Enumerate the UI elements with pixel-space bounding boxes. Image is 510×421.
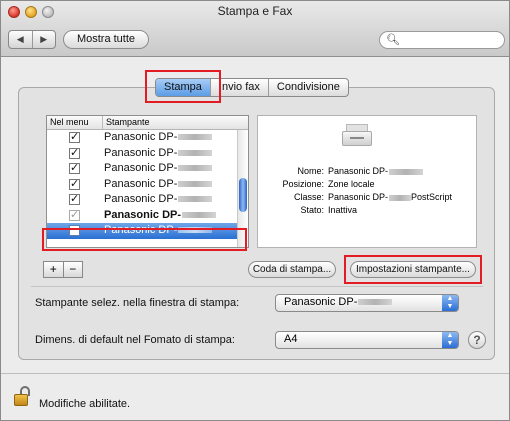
tab-condivisione[interactable]: Condivisione xyxy=(267,79,348,96)
forward-arrow-icon[interactable]: ▶ xyxy=(31,31,56,48)
printer-name: Panasonic DP- xyxy=(104,177,178,190)
preferences-window: Stampa e Fax ◀ ▶ Mostra tutte 🔍︎ Stampa … xyxy=(0,0,510,421)
column-header-in-menu[interactable]: Nel menu xyxy=(50,116,89,129)
search-icon: 🔍︎ xyxy=(386,34,400,46)
info-location-value: Zone locale xyxy=(328,179,375,189)
info-location-label: Posizione: xyxy=(282,179,324,189)
printer-name: Panasonic DP- xyxy=(104,146,178,159)
add-remove-control: + − xyxy=(43,261,83,278)
in-menu-checkbox[interactable]: ✓ xyxy=(69,209,80,221)
default-printer-label: Stampante selez. nella finestra di stamp… xyxy=(35,297,240,309)
redacted-model xyxy=(178,149,213,156)
printer-row[interactable]: ✓ Panasonic DP- xyxy=(47,130,248,146)
info-status-value: Inattiva xyxy=(328,205,358,215)
add-printer-button[interactable]: + xyxy=(44,262,63,277)
redacted-model xyxy=(182,211,217,218)
printer-name: Panasonic DP- xyxy=(104,162,178,174)
info-class-value: Panasonic DP- xyxy=(328,192,389,202)
show-all-button[interactable]: Mostra tutte xyxy=(63,30,149,49)
info-name-label: Nome: xyxy=(297,166,324,176)
bottom-divider xyxy=(1,373,509,374)
printer-icon xyxy=(342,124,372,150)
default-paper-popup[interactable]: A4 ▲ ▼ xyxy=(275,331,459,349)
in-menu-checkbox[interactable]: ✓ xyxy=(69,147,80,159)
info-status-label: Stato: xyxy=(300,205,324,215)
redacted-model xyxy=(389,168,424,175)
printer-row[interactable]: ✓ Panasonic DP- xyxy=(47,161,248,177)
printer-row[interactable]: ✓ Panasonic DP- xyxy=(47,177,248,193)
popup-arrows-icon: ▲ ▼ xyxy=(442,332,458,348)
info-class-label: Classe: xyxy=(293,192,324,202)
info-name-value: Panasonic DP- xyxy=(328,166,389,176)
printer-row[interactable]: ✓ Panasonic DP- xyxy=(47,146,248,162)
in-menu-checkbox[interactable]: ✓ xyxy=(69,178,80,190)
printer-info-panel: Nome: Panasonic DP- Posizione: Zone loca… xyxy=(257,115,477,248)
in-menu-checkbox[interactable]: ✓ xyxy=(69,132,80,143)
scrollbar-thumb[interactable] xyxy=(239,178,247,212)
highlight-settings-button xyxy=(344,255,482,284)
back-forward-control[interactable]: ◀ ▶ xyxy=(8,30,56,49)
redacted-model xyxy=(178,165,213,172)
print-queue-button[interactable]: Coda di stampa... xyxy=(248,261,336,278)
redacted-model xyxy=(178,196,213,203)
remove-printer-button[interactable]: − xyxy=(62,262,83,277)
default-printer-value: Panasonic DP- xyxy=(284,296,358,308)
printer-name: Panasonic DP- xyxy=(104,208,182,221)
in-menu-checkbox[interactable]: ✓ xyxy=(69,194,80,205)
redacted-model xyxy=(358,299,393,306)
printer-list-header: Nel menu Stampante xyxy=(47,116,248,130)
search-input[interactable]: 🔍︎ xyxy=(379,31,505,49)
in-menu-checkbox[interactable]: ✓ xyxy=(69,163,80,174)
redacted-model xyxy=(389,194,412,201)
default-paper-label: Dimens. di default nel Fomato di stampa: xyxy=(35,334,235,346)
divider xyxy=(31,286,483,287)
title-bar: Stampa e Fax ◀ ▶ Mostra tutte 🔍︎ xyxy=(1,1,509,57)
info-class-suffix: PostScript xyxy=(411,192,453,202)
column-header-printer[interactable]: Stampante xyxy=(102,116,150,129)
printer-name: Panasonic DP- xyxy=(104,193,178,205)
lock-icon[interactable] xyxy=(14,386,30,406)
back-arrow-icon[interactable]: ◀ xyxy=(9,31,32,48)
window-title: Stampa e Fax xyxy=(217,4,293,18)
printer-name: Panasonic DP- xyxy=(104,131,178,143)
default-printer-popup[interactable]: Panasonic DP- ▲ ▼ xyxy=(275,294,459,312)
popup-arrows-icon: ▲ ▼ xyxy=(442,295,458,311)
highlight-stampa-tab xyxy=(145,70,221,103)
help-button[interactable]: ? xyxy=(468,331,486,349)
default-paper-value: A4 xyxy=(284,333,298,345)
printer-row-default[interactable]: ✓ Panasonic DP- xyxy=(47,208,248,224)
printer-row[interactable]: ✓ Panasonic DP- xyxy=(47,192,248,208)
lock-status-label: Modifiche abilitate. xyxy=(39,398,131,410)
highlight-selected-printer xyxy=(42,228,247,251)
redacted-model xyxy=(178,180,213,187)
redacted-model xyxy=(178,134,213,141)
